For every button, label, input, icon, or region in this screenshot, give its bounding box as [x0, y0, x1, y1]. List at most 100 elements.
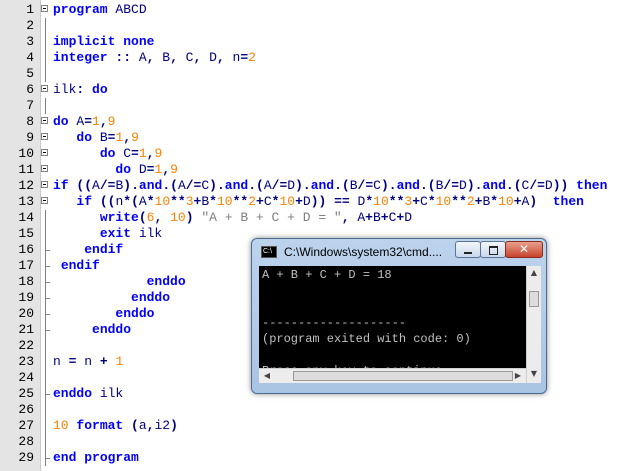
line-number: 21	[18, 322, 34, 337]
code-text: enddo	[115, 306, 155, 321]
code-line[interactable]: 29 end program	[0, 450, 625, 466]
code-line[interactable]: 2	[0, 18, 625, 34]
fold-toggle-icon[interactable]	[41, 117, 48, 124]
line-number: 16	[18, 242, 34, 257]
vertical-scrollbar[interactable]: ▲ ▼	[526, 266, 541, 383]
line-number: 3	[26, 34, 34, 49]
horizontal-scrollbar[interactable]: ◀ ▶	[259, 368, 526, 383]
line-number: 18	[18, 274, 34, 289]
fold-guide	[45, 50, 46, 66]
line-number: 29	[18, 450, 34, 465]
code-editor[interactable]: 1 program ABCD 2 3 implicit none 4 integer :: …	[0, 0, 625, 471]
fold-guide	[45, 370, 46, 386]
line-number: 24	[18, 370, 34, 385]
line-number: 25	[18, 386, 34, 401]
code-text: 10 format (a,i2)	[53, 418, 178, 433]
fold-guide	[45, 66, 46, 82]
line-number: 4	[26, 50, 34, 65]
line-number: 23	[18, 354, 34, 369]
fold-toggle-icon[interactable]	[41, 197, 48, 204]
code-text: enddo	[146, 274, 186, 289]
console-line: --------------------	[262, 316, 407, 330]
code-text: n = n + 1	[53, 354, 124, 369]
console-output[interactable]: A + B + C + D = 18 -------------------- …	[259, 266, 526, 383]
code-line[interactable]: 12 if ((A/=B).and.(A/=C).and.(A/=D).and.(…	[0, 178, 625, 194]
code-line[interactable]: 28	[0, 434, 625, 450]
code-text: do B=1,9	[76, 130, 139, 145]
code-line[interactable]: 7	[0, 98, 625, 114]
code-text: do C=1,9	[99, 146, 163, 161]
code-text: implicit none	[53, 34, 155, 49]
scroll-down-icon[interactable]: ▼	[529, 368, 539, 380]
code-line[interactable]: 27 10 format (a,i2)	[0, 418, 625, 434]
code-text: end program	[53, 450, 139, 465]
fold-end-marker	[45, 394, 50, 395]
code-text: endif	[60, 258, 100, 273]
line-number: 20	[18, 306, 34, 321]
close-button[interactable]: ✕	[505, 241, 543, 258]
code-line[interactable]: 26	[0, 402, 625, 418]
fold-end-marker	[45, 298, 50, 299]
code-text: integer :: A, B, C, D, n=2	[53, 50, 256, 65]
scroll-up-icon[interactable]: ▲	[529, 267, 539, 279]
fold-end-marker	[45, 330, 50, 331]
code-text: if ((A/=B).and.(A/=C).and.(A/=D).and.(B/…	[53, 178, 608, 193]
code-text: do D=1,9	[115, 162, 178, 177]
scroll-right-icon[interactable]: ▶	[513, 370, 523, 382]
fold-guide	[45, 34, 46, 50]
scroll-left-icon[interactable]: ◀	[262, 370, 272, 382]
fold-guide	[45, 434, 46, 450]
line-number: 6	[26, 82, 34, 97]
fold-end-marker	[45, 282, 50, 283]
code-line[interactable]: 11 do D=1,9	[0, 162, 625, 178]
code-line[interactable]: 14 write(6, 10) "A + B + C + D = ", A+B+…	[0, 210, 625, 226]
console-window[interactable]: C:\ C:\Windows\system32\cmd.... ✕ A + B …	[251, 238, 547, 394]
line-number: 10	[18, 146, 34, 161]
code-line[interactable]: 5	[0, 66, 625, 82]
code-text: ilk: do	[53, 82, 108, 97]
code-text: enddo	[92, 322, 132, 337]
close-icon: ✕	[518, 242, 530, 256]
line-number: 28	[18, 434, 34, 449]
maximize-button[interactable]	[480, 241, 506, 258]
fold-toggle-icon[interactable]	[41, 85, 48, 92]
fold-guide	[45, 354, 46, 370]
code-line[interactable]: 10 do C=1,9	[0, 146, 625, 162]
line-number: 7	[26, 98, 34, 113]
line-number: 13	[18, 194, 34, 209]
fold-end-marker	[45, 266, 50, 267]
code-line[interactable]: 1 program ABCD	[0, 2, 625, 18]
fold-toggle-icon[interactable]	[41, 133, 48, 140]
fold-end-marker	[45, 458, 50, 459]
cmd-icon-label: C:\	[263, 248, 272, 255]
code-line[interactable]: 9 do B=1,9	[0, 130, 625, 146]
line-number: 9	[26, 130, 34, 145]
line-number: 17	[18, 258, 34, 273]
code-line[interactable]: 3 implicit none	[0, 34, 625, 50]
fold-toggle-icon[interactable]	[41, 5, 48, 12]
line-number: 27	[18, 418, 34, 433]
line-number: 12	[18, 178, 34, 193]
code-text: enddo ilk	[53, 386, 124, 401]
minimize-button[interactable]	[455, 241, 481, 258]
fold-toggle-icon[interactable]	[41, 181, 48, 188]
code-line[interactable]: 13 if ((n*(A*10**3+B*10**2+C*10+D)) == D…	[0, 194, 625, 210]
cmd-icon: C:\	[261, 246, 277, 258]
fold-guide	[45, 402, 46, 418]
code-line[interactable]: 4 integer :: A, B, C, D, n=2	[0, 50, 625, 66]
code-line[interactable]: 8 do A=1,9	[0, 114, 625, 130]
fold-guide	[45, 210, 46, 226]
horizontal-scroll-thumb[interactable]	[293, 371, 513, 381]
vertical-scroll-thumb[interactable]	[529, 291, 539, 307]
fold-toggle-icon[interactable]	[41, 165, 48, 172]
line-number: 5	[26, 66, 34, 81]
fold-guide	[45, 98, 46, 114]
code-text: program ABCD	[53, 2, 147, 17]
code-line[interactable]: 6 ilk: do	[0, 82, 625, 98]
fold-toggle-icon[interactable]	[41, 149, 48, 156]
line-number: 19	[18, 290, 34, 305]
fold-end-marker	[45, 314, 50, 315]
line-number: 22	[18, 338, 34, 353]
line-number: 1	[26, 2, 34, 17]
fold-guide	[45, 18, 46, 34]
